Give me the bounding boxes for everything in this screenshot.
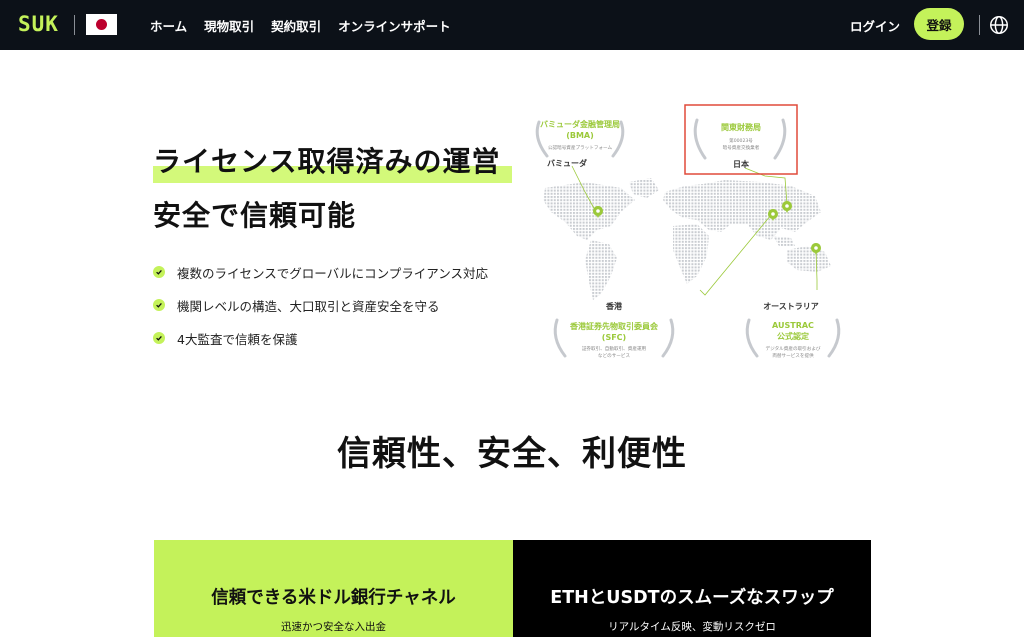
japan-desc2: 暗号資産交換業者 (723, 144, 760, 151)
divider (74, 15, 75, 35)
check-icon (153, 299, 165, 311)
australia-authority: AUSTRAC (772, 321, 814, 330)
card-title: 信頼できる米ドル銀行チャネル (211, 588, 456, 608)
bermuda-authority: バミューダ金融管理局 (540, 119, 620, 129)
section-title: 信頼性、安全、利便性 (337, 434, 687, 474)
world-map-dots (543, 178, 831, 300)
hero-title: ライセンス取得済みの運営 (153, 140, 513, 183)
place-bermuda: バミューダ (547, 158, 587, 168)
place-australia: オーストラリア (763, 302, 819, 311)
nav-item-support[interactable]: オンラインサポート (338, 16, 451, 35)
hero-title-line2: 安全で信頼可能 (153, 199, 357, 232)
australia-desc1: デジタル資産の取引および (765, 345, 820, 352)
card-title: ETHとUSDTのスムーズなスワップ (550, 588, 834, 608)
license-world-map: バミューダ金融管理局 (BMA) 公認暗号資産プラットフォーム バミューダ 関東… (535, 104, 841, 359)
place-hongkong: 香港 (605, 301, 623, 311)
divider (979, 15, 980, 35)
hongkong-authority: 香港証券先物取引委員会 (569, 321, 658, 331)
feature-card-swap: ETHとUSDTのスムーズなスワップ リアルタイム反映、変動リスクゼロ (513, 540, 871, 637)
bermuda-abbr: (BMA) (566, 131, 594, 140)
card-subtitle: 迅速かつ安全な入出金 (281, 621, 386, 633)
card-subtitle: リアルタイム反映、変動リスクゼロ (608, 621, 776, 633)
register-button[interactable]: 登録 (914, 8, 964, 40)
feature-card-bank: 信頼できる米ドル銀行チャネル 迅速かつ安全な入出金 (154, 540, 513, 637)
list-item: 4大監査で信頼を保護 (153, 330, 488, 347)
nav-item-spot[interactable]: 現物取引 (204, 16, 254, 35)
globe-icon[interactable] (988, 14, 1010, 36)
australia-abbr: 公式認定 (777, 331, 809, 341)
hongkong-abbr: (SFC) (602, 333, 626, 342)
bermuda-desc: 公認暗号資産プラットフォーム (548, 144, 613, 151)
main-nav: ホーム 現物取引 契約取引 オンラインサポート (150, 0, 451, 50)
list-item: 複数のライセンスでグローバルにコンプライアンス対応 (153, 264, 489, 281)
nav-item-contract[interactable]: 契約取引 (271, 16, 321, 35)
nav-item-home[interactable]: ホーム (150, 16, 187, 35)
hero-title-line1: ライセンス取得済みの運営 (153, 145, 501, 178)
japan-authority: 関東財務局 (721, 122, 761, 132)
check-icon (153, 266, 165, 278)
feature-text: 4大監査で信頼を保護 (177, 331, 298, 347)
australia-desc2: 両替サービスを提供 (772, 352, 814, 359)
japan-desc1: 第00023号 (729, 137, 753, 144)
place-japan: 日本 (733, 159, 749, 169)
logo[interactable]: SUK (18, 12, 59, 36)
feature-text: 機関レベルの構造、大口取引と資産安全を守る (177, 298, 440, 314)
feature-text: 複数のライセンスでグローバルにコンプライアンス対応 (177, 265, 489, 281)
check-icon (153, 332, 165, 344)
top-navigation-bar: SUK ホーム 現物取引 契約取引 オンラインサポート ログイン 登録 (0, 0, 1024, 50)
feature-list: 複数のライセンスでグローバルにコンプライアンス対応 機関レベルの構造、大口取引と… (153, 264, 488, 363)
japan-flag-icon[interactable] (86, 14, 117, 35)
hongkong-desc2: などのサービス (598, 352, 631, 359)
hongkong-desc1: 証券取引、自動取引、資産運用 (582, 345, 647, 352)
list-item: 機関レベルの構造、大口取引と資産安全を守る (153, 297, 488, 314)
login-link[interactable]: ログイン (850, 16, 900, 35)
